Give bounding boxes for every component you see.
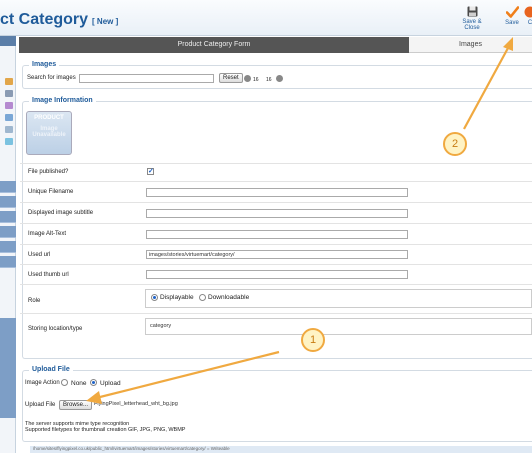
image-icon[interactable] <box>5 114 13 121</box>
used-url-label: Used url <box>28 252 51 258</box>
row-divider <box>20 313 532 314</box>
page-title-text: ct Category <box>0 11 89 28</box>
placeholder-line1: PRODUCT <box>34 115 64 121</box>
tab-images[interactable]: Images <box>409 37 532 53</box>
sidebar-panel <box>0 318 16 418</box>
chat-icon[interactable] <box>5 138 13 145</box>
chosen-file-name: FlyingPixel_letterhead_wht_bg.jpg <box>94 401 178 407</box>
filetypes-note: Supported filetypes for thumbnail creati… <box>25 427 186 433</box>
file-published-label: File published? <box>28 169 69 175</box>
floppy-icon <box>467 6 477 17</box>
role-displayable-label: Displayable <box>160 294 194 301</box>
tab-product-category-form[interactable]: Product Category Form <box>19 37 409 53</box>
save-label: Save <box>505 20 519 26</box>
toolbar-header: ct Category[ New ] Save & Close Save C <box>0 0 532 36</box>
cancel-icon <box>524 6 532 18</box>
file-published-checkbox[interactable]: ✓ <box>147 168 154 175</box>
reset-button[interactable]: Reset <box>219 73 243 83</box>
search-images-label: Search for images <box>27 75 76 81</box>
action-none-radio[interactable] <box>61 379 68 386</box>
grid-icon[interactable] <box>5 90 13 97</box>
save-close-label: Save & Close <box>462 19 482 31</box>
image-alt-text-input[interactable] <box>146 230 408 239</box>
product-image-placeholder: PRODUCT Image Unavailable <box>26 111 72 155</box>
placeholder-line2: Image Unavailable <box>32 126 66 138</box>
action-upload-radio[interactable] <box>90 379 97 386</box>
sidebar-item[interactable] <box>0 181 16 193</box>
storing-location-input[interactable]: category <box>145 318 532 335</box>
image-subtitle-input[interactable] <box>146 209 408 218</box>
folder-icon[interactable] <box>5 78 13 85</box>
status-tag: [ New ] <box>92 17 119 26</box>
row-divider <box>20 181 532 182</box>
role-downloadable-label: Downloadable <box>208 294 250 301</box>
upload-path-status: /home/sites/flyingpixel.co.uk/public_htm… <box>30 446 532 453</box>
action-upload-label: Upload <box>100 380 121 387</box>
image-subtitle-label: Displayed image subtitle <box>28 210 94 216</box>
row-divider <box>20 163 532 164</box>
save-button[interactable]: Save <box>503 6 521 26</box>
upload-file-legend: Upload File <box>29 366 73 373</box>
image-action-label: Image Action <box>25 380 60 386</box>
cut-button[interactable]: C <box>524 6 532 26</box>
page-root: ct Category[ New ] Save & Close Save C P… <box>0 0 532 453</box>
checkmark-icon <box>505 6 519 18</box>
list-icon[interactable] <box>5 126 13 133</box>
sidebar-nav-strip[interactable] <box>0 36 16 46</box>
image-information-legend: Image Information <box>29 97 96 104</box>
sidebar-item[interactable] <box>0 241 16 253</box>
page-title: ct Category[ New ] <box>0 11 118 29</box>
sidebar-item[interactable] <box>0 196 16 208</box>
used-url-input[interactable]: images/stories/virtuemart/category/ <box>146 250 408 259</box>
sidebar-item[interactable] <box>0 256 16 268</box>
row-divider <box>20 244 532 245</box>
sidebar-item[interactable] <box>0 226 16 238</box>
tab-bar: Product Category Form Images <box>19 37 532 53</box>
annotation-badge-2: 2 <box>443 132 467 156</box>
upload-file-label: Upload File <box>25 402 56 408</box>
image-alt-text-label: Image Alt-Text <box>28 231 67 237</box>
images-legend: Images <box>29 61 60 68</box>
storing-location-label: Storing location/type <box>28 326 83 332</box>
cut-label: C <box>527 20 532 26</box>
prev-page-icon[interactable] <box>244 75 251 82</box>
sidebar-item[interactable] <box>0 211 16 223</box>
row-divider <box>20 223 532 224</box>
used-thumb-url-input[interactable] <box>146 270 408 279</box>
search-images-input[interactable] <box>79 74 214 83</box>
role-displayable-radio[interactable] <box>151 294 158 301</box>
row-divider <box>20 202 532 203</box>
page-count-b: 16 <box>266 77 272 83</box>
action-none-label: None <box>71 380 87 387</box>
role-downloadable-radio[interactable] <box>199 294 206 301</box>
unique-filename-input[interactable] <box>146 188 408 197</box>
annotation-badge-1: 1 <box>301 328 325 352</box>
row-divider <box>20 284 532 285</box>
save-close-button[interactable]: Save & Close <box>455 6 489 31</box>
used-thumb-url-label: Used thumb url <box>28 272 69 278</box>
role-label: Role <box>28 298 41 304</box>
left-sidebar <box>0 36 16 453</box>
page-count-a: 16 <box>253 77 259 83</box>
browse-button[interactable]: Browse... <box>59 400 93 410</box>
unique-filename-label: Unique Filename <box>28 189 74 195</box>
row-divider <box>20 264 532 265</box>
next-page-icon[interactable] <box>276 75 283 82</box>
document-icon[interactable] <box>5 102 13 109</box>
